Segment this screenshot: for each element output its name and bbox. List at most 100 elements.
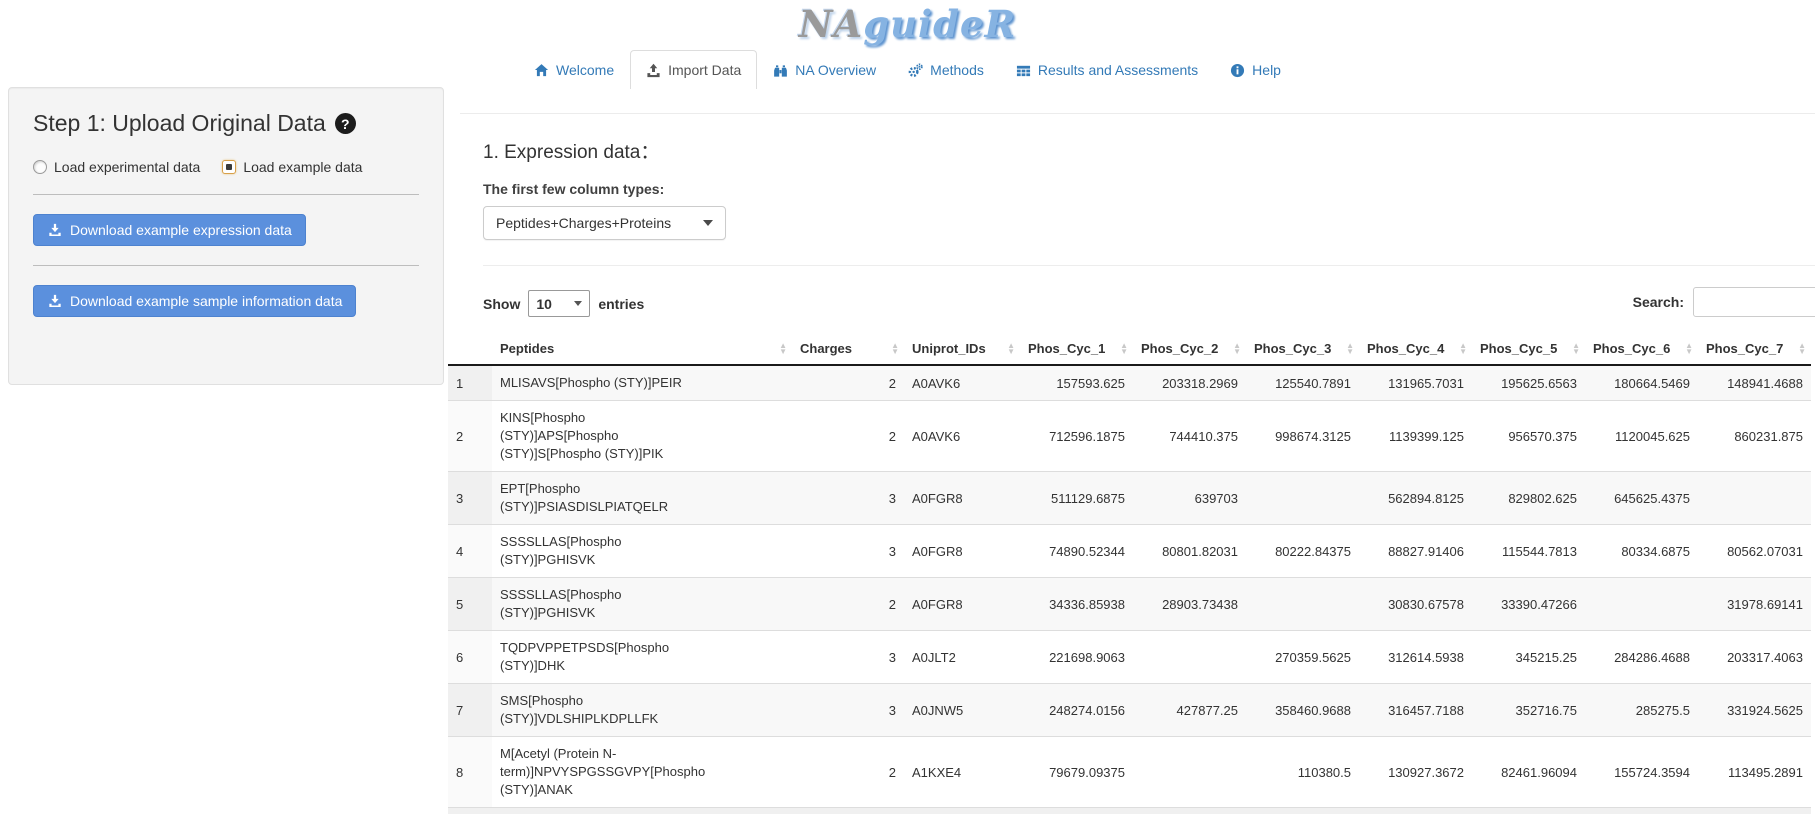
column-header-phos_cyc_1[interactable]: Phos_Cyc_1 ▲▼ [1020, 333, 1133, 365]
radio-load-experimental-data[interactable]: Load experimental data [33, 159, 200, 175]
column-header-rownum[interactable] [448, 333, 492, 365]
column-header-phos_cyc_4[interactable]: Phos_Cyc_4▲▼ [1359, 333, 1472, 365]
tab-import-data[interactable]: Import Data [630, 50, 757, 89]
radio-load-example-data[interactable]: Load example data [222, 159, 362, 175]
search-label: Search: [1633, 294, 1684, 310]
peptide-text: TQDPVPPETPSDS[Phospho (STY)]DHK [500, 639, 690, 675]
entries-label: entries [598, 296, 644, 312]
cell-phos-cyc-2: 639703 [1133, 472, 1246, 525]
binoculars-icon [773, 63, 788, 78]
peptide-text: EPT[Phospho (STY)]PSIASDISLPIATQELR [500, 480, 690, 516]
cell-phos-cyc-2: 427877.25 [1133, 684, 1246, 737]
cell-uniprot: A0AVK6 [904, 401, 1020, 472]
cell-peptide: SSSSLLAS[Phospho (STY)]PGHISVK [492, 578, 792, 631]
cell-rownum: 7 [448, 684, 492, 737]
table-row: 4SSSSLLAS[Phospho (STY)]PGHISVK3A0FGR874… [448, 525, 1811, 578]
cell-phos-cyc-6: 155724.3594 [1585, 737, 1698, 808]
page-length-value: 10 [536, 296, 552, 312]
upload-panel: Step 1: Upload Original Data ? Load expe… [8, 87, 444, 385]
cell-peptide: MLISAVS[Phospho (STY)]PEIR [492, 365, 792, 401]
cell-uniprot: A0AVK6 [904, 365, 1020, 401]
divider [33, 265, 419, 266]
cell-charge: 3 [792, 525, 904, 578]
sort-arrows-icon: ▲▼ [1798, 343, 1806, 355]
tab-na-overview[interactable]: NA Overview [757, 50, 892, 89]
tab-methods[interactable]: Methods [892, 50, 1000, 89]
panel-title: Step 1: Upload Original Data ? [33, 110, 419, 137]
tab-label: Help [1252, 61, 1281, 79]
tab-label: NA Overview [795, 61, 876, 79]
cell-phos-cyc-5: 956570.375 [1472, 401, 1585, 472]
column-header-uniprot_ids[interactable]: Uniprot_IDs▲▼ [904, 333, 1020, 365]
column-header-label: Phos_Cyc_1 [1028, 341, 1105, 356]
cell-phos-cyc-1: 74890.52344 [1020, 525, 1133, 578]
cell-peptide: EPT[Phospho (STY)]PSIASDISLPIATQELR [492, 472, 792, 525]
cell-peptide: KINS[Phospho (STY)]APS[Phospho (STY)]S[P… [492, 401, 792, 472]
column-types-select[interactable]: Peptides+Charges+Proteins [483, 206, 726, 240]
main-nav: WelcomeImport Data NA Overview Methods Resu… [0, 50, 1815, 89]
cell-phos-cyc-7: 860231.875 [1698, 401, 1811, 472]
tab-welcome[interactable]: Welcome [518, 50, 630, 89]
cell-phos-cyc-5: 82461.96094 [1472, 737, 1585, 808]
expression-data-heading: 1. Expression data： [483, 137, 1815, 164]
cell-phos-cyc-3: 998674.3125 [1246, 401, 1359, 472]
column-header-label: Phos_Cyc_3 [1254, 341, 1331, 356]
column-header-peptides[interactable]: Peptides▲▼ [492, 333, 792, 365]
sort-arrows-icon: ▲▼ [1346, 343, 1354, 355]
radio-unchecked-icon[interactable] [33, 160, 47, 174]
home-icon [534, 63, 549, 78]
cell-phos-cyc-1: 248274.0156 [1020, 684, 1133, 737]
cell-charge: 2 [792, 365, 904, 401]
cell-phos-cyc-7 [1698, 472, 1811, 525]
cell-charge: 3 [792, 472, 904, 525]
upload-icon [646, 63, 661, 78]
sort-arrows-icon: ▲▼ [1007, 343, 1015, 355]
table-search-control: Search: [1633, 287, 1815, 317]
tab-help[interactable]: Help [1214, 50, 1297, 89]
import-data-tab-content: 1. Expression data： The first few column… [448, 95, 1815, 814]
sort-arrows-icon: ▲▼ [1120, 343, 1128, 355]
column-header-label: Phos_Cyc_7 [1706, 341, 1783, 356]
radio-checked-icon[interactable] [222, 160, 236, 174]
cell-phos-cyc-3 [1246, 578, 1359, 631]
cell-phos-cyc-1: 221698.9063 [1020, 631, 1133, 684]
column-header-phos_cyc_3[interactable]: Phos_Cyc_3 ▲▼ [1246, 333, 1359, 365]
download-sample-information-button[interactable]: Download example sample information data [33, 285, 356, 317]
question-circle-icon[interactable]: ? [335, 113, 356, 134]
gears-icon [908, 63, 923, 78]
cell-phos-cyc-4: 30830.67578 [1359, 578, 1472, 631]
data-source-radios: Load experimental data Load example data [33, 159, 419, 175]
cell-charge: 3 [792, 684, 904, 737]
table-row: 5SSSSLLAS[Phospho (STY)]PGHISVK2A0FGR834… [448, 578, 1811, 631]
search-input[interactable] [1693, 287, 1815, 317]
cell-charge: 2 [792, 737, 904, 808]
cell-charge: 2 [792, 401, 904, 472]
cell-phos-cyc-2: 80801.82031 [1133, 525, 1246, 578]
column-types-selected-value: Peptides+Charges+Proteins [496, 215, 671, 231]
logo-part-na: NA [799, 2, 864, 46]
chevron-down-icon [574, 301, 582, 306]
cell-phos-cyc-4: 562894.8125 [1359, 472, 1472, 525]
cell-phos-cyc-3: 80222.84375 [1246, 525, 1359, 578]
tab-results-and-assessments[interactable]: Results and Assessments [1000, 50, 1214, 89]
sort-arrows-icon: ▲▼ [1685, 343, 1693, 355]
cell-phos-cyc-1: 79679.09375 [1020, 737, 1133, 808]
cell-peptide: M[Acetyl (Protein N-term)]NPVYSPGSSGVPY[… [492, 737, 792, 808]
download-expression-data-button[interactable]: Download example expression data [33, 214, 306, 246]
table-row: 1MLISAVS[Phospho (STY)]PEIR2A0AVK6157593… [448, 365, 1811, 401]
column-header-phos_cyc_2[interactable]: Phos_Cyc_2▲▼ [1133, 333, 1246, 365]
page-length-select[interactable]: 10 [528, 290, 590, 317]
cell-phos-cyc-7: 80562.07031 [1698, 525, 1811, 578]
tab-label: Methods [930, 61, 984, 79]
column-header-charges[interactable]: Charges▲▼ [792, 333, 904, 365]
cell-phos-cyc-2: 28903.73438 [1133, 578, 1246, 631]
table-row: 8M[Acetyl (Protein N-term)]NPVYSPGSSGVPY… [448, 737, 1811, 808]
column-header-phos_cyc_7[interactable]: Phos_Cyc_7 ▲▼ [1698, 333, 1811, 365]
cell-phos-cyc-7: 113495.2891 [1698, 737, 1811, 808]
cell-rownum: 6 [448, 631, 492, 684]
column-header-phos_cyc_5[interactable]: Phos_Cyc_5▲▼ [1472, 333, 1585, 365]
naguider-app: NAguideR WelcomeImport Data NA Overview Me… [0, 0, 1815, 826]
logo-part-guider: guideR [863, 2, 1016, 46]
column-header-phos_cyc_6[interactable]: Phos_Cyc_6▲▼ [1585, 333, 1698, 365]
tab-label: Results and Assessments [1038, 61, 1198, 79]
